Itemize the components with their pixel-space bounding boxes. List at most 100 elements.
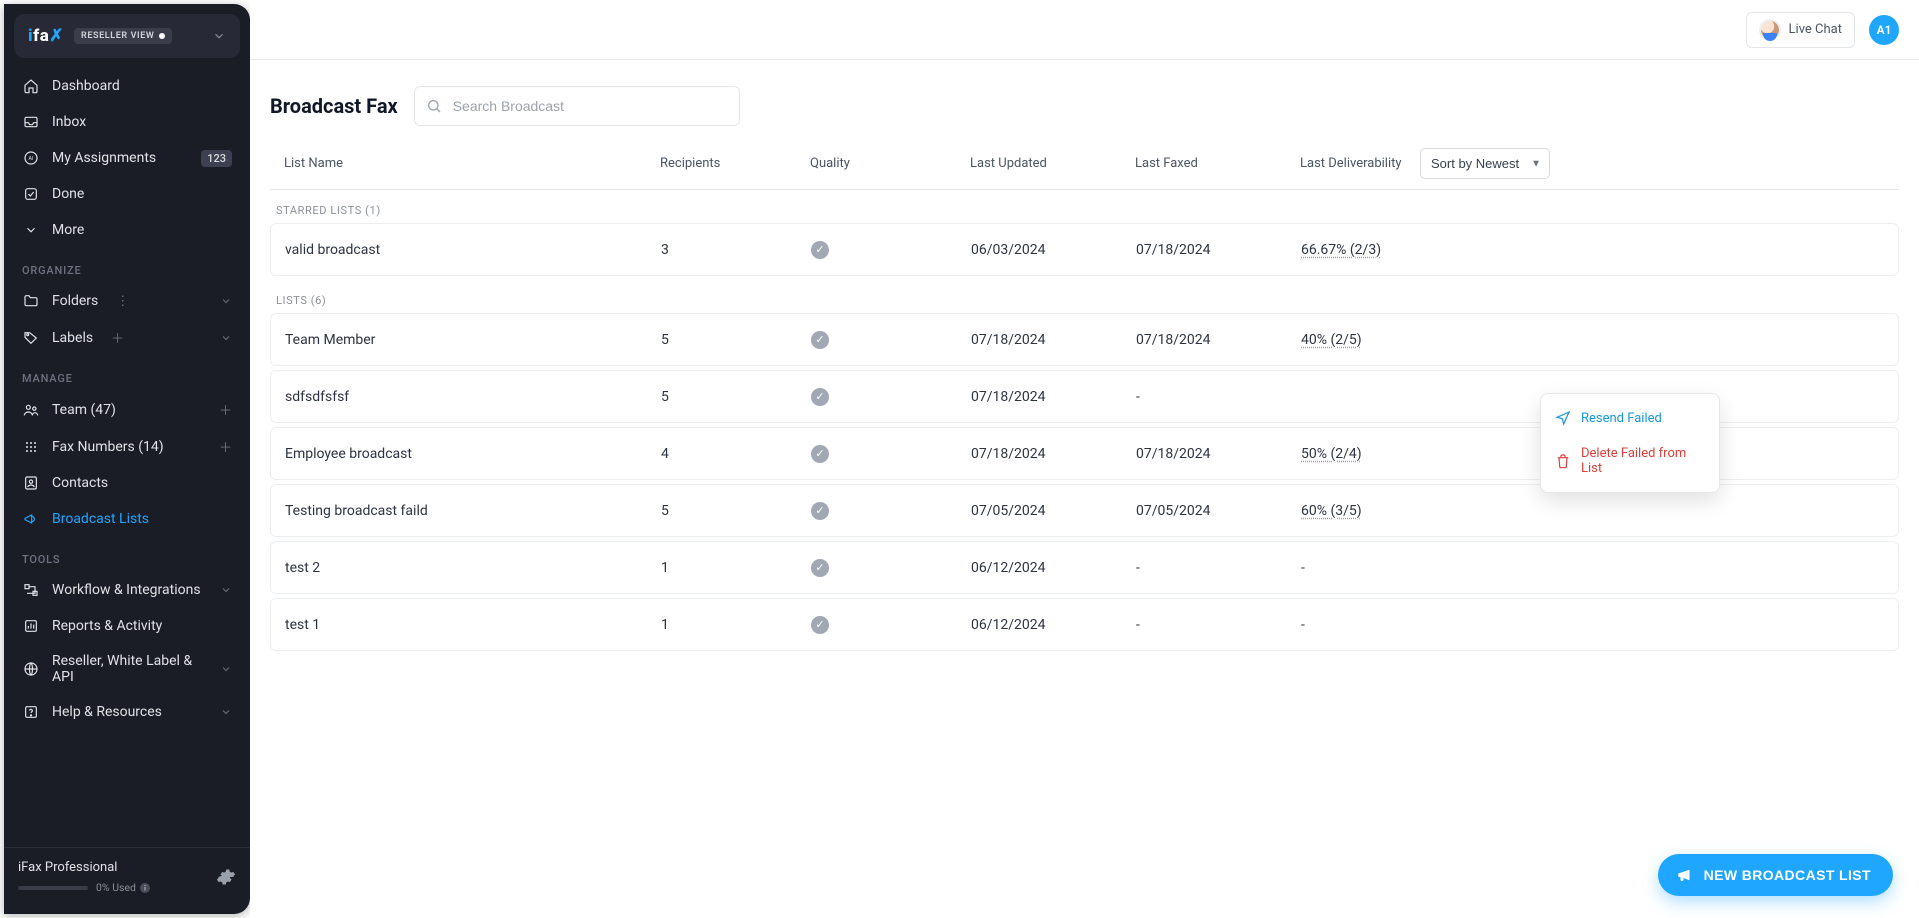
reports-icon [22,617,40,635]
cell-name: valid broadcast [281,242,661,258]
sidebar-item-folders[interactable]: Folders ⋮ [4,283,250,319]
inbox-icon [22,113,40,131]
cell-deliverability[interactable]: 60% (3/5) [1301,503,1362,519]
sidebar-item-label: Folders [52,293,98,309]
chevron-down-icon[interactable] [220,706,232,718]
sidebar-item-fax-numbers[interactable]: Fax Numbers (14) ＋ [4,428,250,465]
quality-check-icon: ✓ [811,616,829,634]
sidebar-item-label: More [52,222,84,238]
table-row[interactable]: test 1 1 ✓ 06/12/2024 - - [270,598,1899,651]
menu-item-resend-failed[interactable]: Resend Failed [1541,400,1719,436]
cell-recipients: 4 [661,446,811,462]
menu-item-delete-failed[interactable]: Delete Failed from List [1541,436,1719,486]
quality-check-icon: ✓ [811,502,829,520]
cell-deliverability[interactable]: 66.67% (2/3) [1301,242,1381,258]
sidebar-item-done[interactable]: Done [4,176,250,212]
sidebar-item-label: Fax Numbers (14) [52,439,164,455]
sort-dropdown[interactable]: Sort by Newest ▼ [1420,148,1550,179]
plus-icon[interactable]: ＋ [105,328,124,347]
cell-recipients: 5 [661,332,811,348]
sidebar-item-label: Labels [52,330,93,346]
sidebar-item-labels[interactable]: Labels ＋ [4,319,250,356]
sidebar-item-contacts[interactable]: Contacts [4,465,250,501]
col-header-name: List Name [280,156,660,171]
sidebar-item-label: Done [52,186,84,202]
chevron-down-icon[interactable] [220,332,232,344]
triangle-down-icon: ▼ [1531,158,1541,169]
table-row[interactable]: test 2 1 ✓ 06/12/2024 - - [270,541,1899,594]
section-label-organize: ORGANIZE [4,248,250,283]
cell-recipients: 5 [661,389,811,405]
chevron-down-icon [22,221,40,239]
quality-check-icon: ✓ [811,559,829,577]
user-avatar[interactable]: A1 [1869,15,1899,45]
sidebar-item-label: Broadcast Lists [52,511,149,527]
sidebar-item-help[interactable]: Help & Resources [4,694,250,730]
cell-updated: 07/05/2024 [971,503,1136,519]
sidebar-item-team[interactable]: Team (47) ＋ [4,391,250,428]
search-icon [426,98,442,114]
workflow-icon [22,581,40,599]
cell-recipients: 3 [661,242,811,258]
avatar-initials: A1 [1877,23,1892,37]
cell-updated: 07/18/2024 [971,389,1136,405]
reseller-badge: RESELLER VIEW [74,28,172,44]
sidebar-item-reports[interactable]: Reports & Activity [4,608,250,644]
page-title: Broadcast Fax [270,94,398,118]
cell-updated: 07/18/2024 [971,332,1136,348]
sidebar-item-label: Team (47) [52,402,116,418]
cell-deliverability: - [1301,560,1305,576]
cell-faxed: 07/18/2024 [1136,446,1301,462]
tag-icon [22,329,40,347]
workspace-switcher[interactable]: ifa✗ RESELLER VIEW [14,14,240,58]
sidebar-item-more[interactable]: More [4,212,250,248]
cell-name: test 2 [281,560,661,576]
chevron-down-icon[interactable] [220,584,232,596]
live-chat-button[interactable]: Live Chat [1746,12,1855,48]
sidebar-item-label: Contacts [52,475,108,491]
sidebar-item-my-assignments[interactable]: AI My Assignments 123 [4,140,250,176]
search-input[interactable] [414,86,740,126]
sidebar: ifa✗ RESELLER VIEW Dashboard Inbox AI My… [4,4,250,914]
globe-icon [22,660,40,678]
cell-faxed: - [1136,617,1301,633]
table-row[interactable]: valid broadcast 3 ✓ 06/03/2024 07/18/202… [270,223,1899,276]
sidebar-item-inbox[interactable]: Inbox [4,104,250,140]
quality-check-icon: ✓ [811,388,829,406]
col-header-recipients: Recipients [660,156,810,171]
cell-faxed: - [1136,389,1301,405]
sidebar-item-label: Reseller, White Label & API [52,653,208,685]
chevron-down-icon[interactable] [220,663,232,675]
table-row[interactable]: Team Member 5 ✓ 07/18/2024 07/18/2024 40… [270,313,1899,366]
content: Broadcast Fax List Name Recipients Quali… [250,60,1919,918]
send-icon [1555,410,1571,426]
sidebar-item-broadcast-lists[interactable]: Broadcast Lists [4,501,250,537]
topbar: Live Chat A1 [250,0,1919,60]
cell-updated: 07/18/2024 [971,446,1136,462]
sidebar-item-reseller[interactable]: Reseller, White Label & API [4,644,250,694]
more-vertical-icon[interactable]: ⋮ [110,294,129,309]
fab-label: NEW BROADCAST LIST [1704,867,1871,883]
settings-gear-icon[interactable] [216,867,236,887]
sidebar-item-dashboard[interactable]: Dashboard [4,68,250,104]
sidebar-item-label: My Assignments [52,150,156,166]
cell-recipients: 5 [661,503,811,519]
cell-deliverability: - [1301,617,1305,633]
info-icon[interactable] [139,882,151,894]
contacts-icon [22,474,40,492]
cell-updated: 06/03/2024 [971,242,1136,258]
sidebar-item-workflow[interactable]: Workflow & Integrations [4,572,250,608]
chevron-down-icon [212,29,226,43]
sidebar-item-label: Help & Resources [52,704,162,720]
usage-text: 0% Used [96,881,136,894]
plus-icon[interactable]: ＋ [219,437,232,456]
chevron-down-icon[interactable] [220,295,232,307]
cell-deliverability[interactable]: 40% (2/5) [1301,332,1362,348]
cell-deliverability[interactable]: 50% (2/4) [1301,446,1362,462]
menu-item-label: Delete Failed from List [1581,446,1705,476]
cell-faxed: 07/18/2024 [1136,242,1301,258]
new-broadcast-list-button[interactable]: NEW BROADCAST LIST [1658,854,1893,896]
plus-icon[interactable]: ＋ [219,400,232,419]
sidebar-nav: Dashboard Inbox AI My Assignments 123 Do… [4,64,250,847]
logo: ifa✗ [28,26,64,46]
